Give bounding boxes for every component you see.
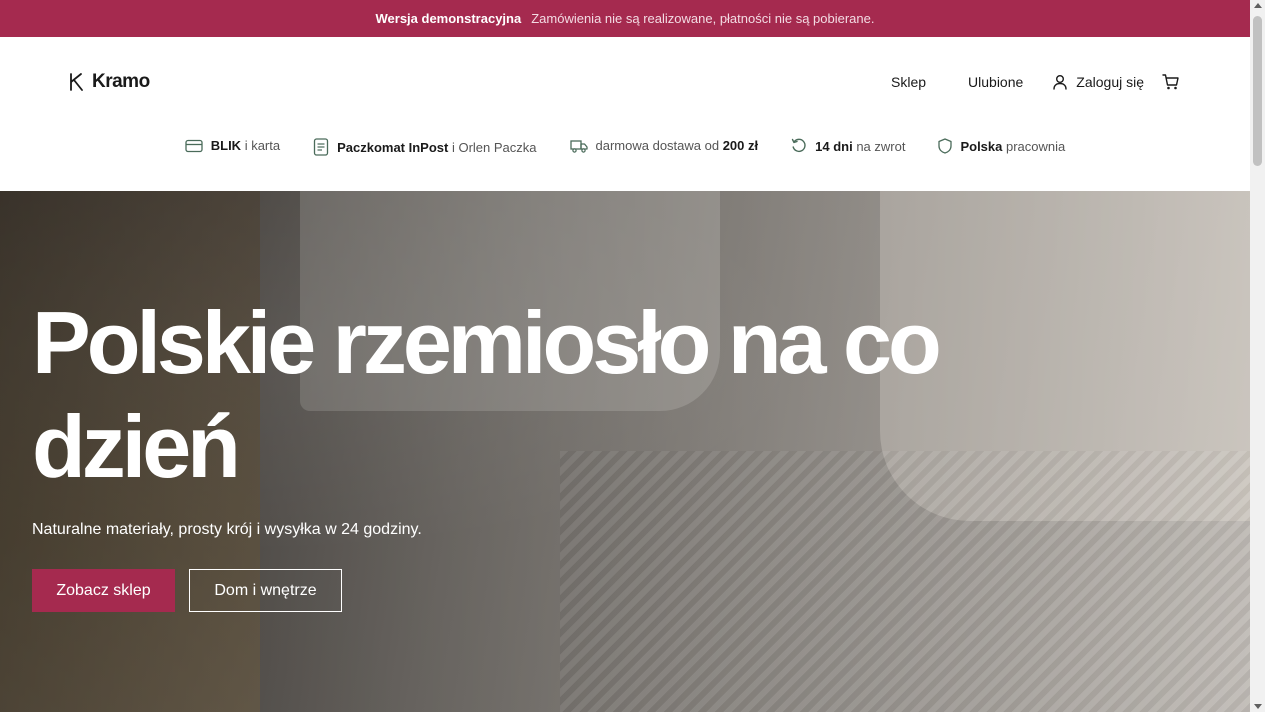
feature-free-shipping-strong: 200 zł [722,138,759,153]
demo-banner-title: Wersja demonstracyjna [375,11,522,26]
feature-free-shipping-text: darmowa dostawa od [595,138,723,153]
truck-icon [569,139,588,153]
scrollbar-thumb[interactable] [1253,16,1262,166]
feature-delivery-points-strong: Paczkomat InPost [337,139,449,155]
cart-button[interactable] [1162,73,1180,91]
document-icon [313,138,329,156]
feature-free-shipping: darmowa dostawa od 200 zł [569,138,759,153]
hero-subtitle: Naturalne materiały, prosty krój i wysył… [32,521,422,538]
page: Wersja demonstracyjna Zamówienia nie są … [0,0,1250,712]
hero-title: Polskie rzemiosło na co dzień [32,293,942,496]
main-nav: Sklep Ulubione Zaloguj się [891,73,1180,91]
nav-shop-link[interactable]: Sklep [891,74,926,90]
return-icon [791,138,806,153]
hero-actions: Zobacz sklep Dom i wnętrze [32,569,342,612]
scroll-up-icon[interactable] [1254,3,1262,8]
feature-returns-strong: 14 dni [815,138,853,154]
shield-icon [938,138,953,154]
feature-workshop-text: pracownia [1002,138,1066,154]
logo-k-icon [70,73,83,91]
demo-banner-text: Zamówienia nie są realizowane, płatności… [531,11,875,26]
nav-favorites-link[interactable]: Ulubione [968,74,1023,90]
feature-workshop: Polska pracownia [938,138,1065,154]
feature-returns-text: na zwrot [852,138,906,154]
login-link[interactable]: Zaloguj się [1052,74,1144,90]
card-icon [185,139,203,152]
feature-returns: 14 dni na zwrot [791,138,905,154]
login-label: Zaloguj się [1076,74,1144,90]
feature-payment-strong: BLIK [210,138,242,153]
demo-banner: Wersja demonstracyjna Zamówienia nie są … [0,0,1250,37]
scroll-down-icon[interactable] [1254,704,1262,709]
header: Kramo Sklep Ulubione Zaloguj się [0,37,1250,127]
feature-delivery-points-text: i Orlen Paczka [448,139,537,155]
feature-payment-text: i karta [241,138,281,153]
hero-banner: Polskie rzemiosło na co dzień Naturalne … [0,191,1250,712]
scrollbar[interactable] [1250,0,1265,712]
logo[interactable]: Kramo [68,71,150,93]
logo-text: Kramo [92,71,150,92]
feature-strip: BLIK i karta Paczkomat InPost i Orlen Pa… [0,127,1250,191]
user-icon [1053,75,1067,90]
home-interior-button[interactable]: Dom i wnętrze [189,569,342,612]
feature-delivery-points: Paczkomat InPost i Orlen Paczka [313,138,537,156]
shop-button[interactable]: Zobacz sklep [32,569,175,612]
feature-workshop-strong: Polska [960,138,1003,154]
cart-icon [1162,74,1179,90]
feature-payment: BLIK i karta [185,138,280,153]
